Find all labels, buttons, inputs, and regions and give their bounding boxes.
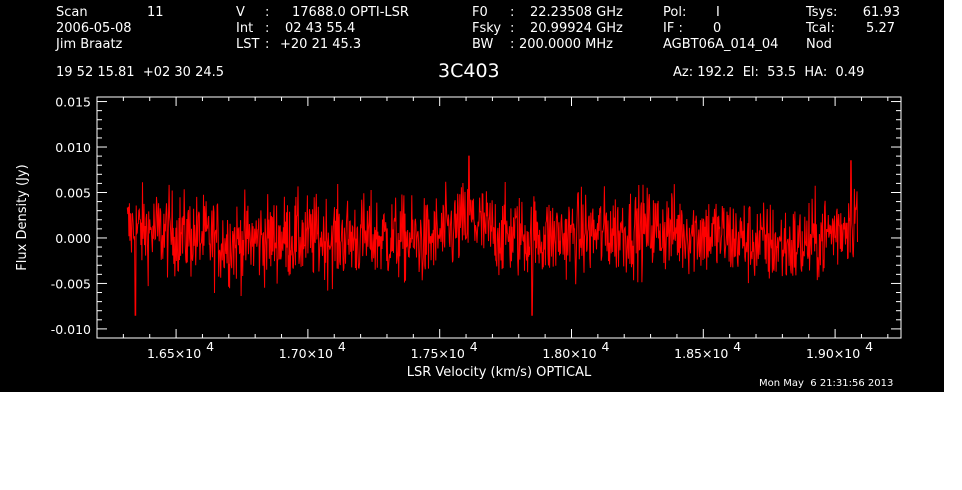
x-tick-exponent: 4 — [601, 339, 609, 354]
y-tick-label: 0.005 — [55, 185, 91, 200]
x-tick-label: 1.90×10 — [806, 346, 860, 361]
y-axis-title: Flux Density (Jy) — [15, 164, 30, 270]
spectrum-chart: 1.65×10 4 1.70×10 4 1.75×10 4 1.80×10 4 1.85×10 4… — [15, 95, 902, 380]
y-tick-label: 0.010 — [55, 140, 91, 155]
x-tick-label: 1.65×10 — [147, 346, 201, 361]
x-tick-label: 1.70×10 — [279, 346, 333, 361]
x-tick-exponent: 4 — [206, 339, 214, 354]
x-tick-label: 1.85×10 — [674, 346, 728, 361]
x-tick-exponent: 4 — [865, 339, 873, 354]
y-tick-label: 0.000 — [55, 231, 91, 246]
y-tick-label: -0.010 — [51, 322, 91, 337]
y-tick-label: 0.015 — [55, 95, 91, 110]
y-tick-label: -0.005 — [51, 276, 91, 291]
x-tick-label: 1.80×10 — [542, 346, 596, 361]
x-tick-label: 1.75×10 — [411, 346, 465, 361]
spectrum-series-line — [126, 155, 858, 316]
x-tick-exponent: 4 — [470, 339, 478, 354]
series-layer — [126, 155, 858, 316]
x-tick-exponent: 4 — [338, 339, 346, 354]
x-axis-title: LSR Velocity (km/s) OPTICAL — [407, 365, 592, 380]
x-tick-exponent: 4 — [733, 339, 741, 354]
